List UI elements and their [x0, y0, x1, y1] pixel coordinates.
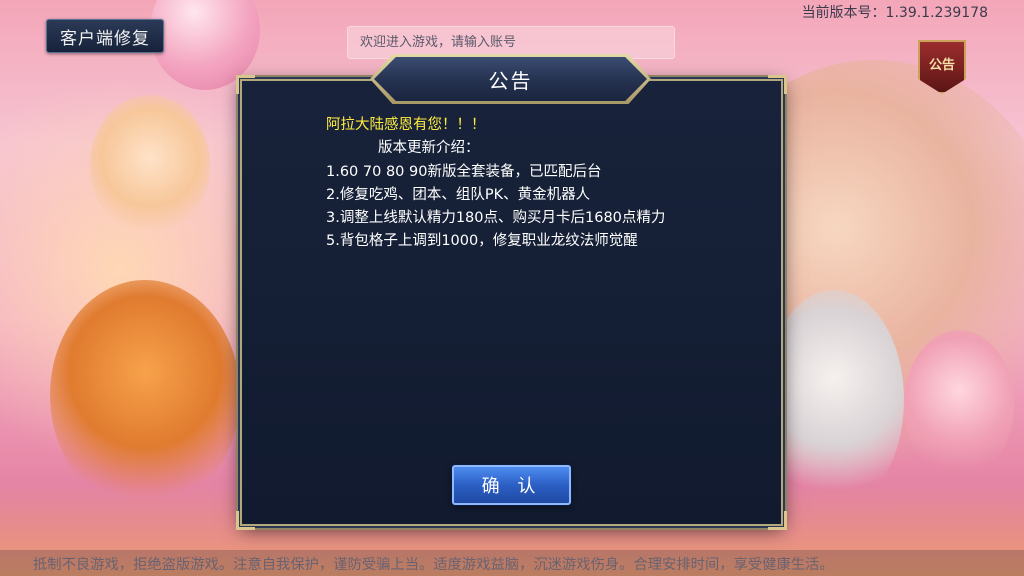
dialog-corner-ornament: [768, 511, 787, 530]
background-character-blonde: [90, 95, 210, 235]
dialog-corner-ornament: [236, 75, 255, 94]
client-repair-button[interactable]: 客户端修复: [46, 19, 164, 53]
health-advisory-text: 抵制不良游戏，拒绝盗版游戏。注意自我保护，谨防受骗上当。适度游戏益脑，沉迷游戏伤…: [33, 556, 834, 573]
dialog-title: 公告: [488, 68, 533, 93]
changelog-item: 3.调整上线默认精力180点、购买月卡后1680点精力: [326, 210, 666, 227]
background-character-white-hair: [764, 290, 904, 510]
changelog-item: 2.修复吃鸡、团本、组队PK、黄金机器人: [326, 186, 591, 203]
announcement-heading: 阿拉大陆感恩有您！！！: [326, 117, 486, 133]
announcement-body: 阿拉大陆感恩有您！！！ 版本更新介绍： 1.60 70 80 90新版全套装备，…: [326, 114, 726, 254]
confirm-button[interactable]: 确 认: [452, 465, 571, 505]
background-character-orange-hair: [50, 280, 240, 510]
dialog-corner-ornament: [236, 511, 255, 530]
changelog-item: 5.背包格子上调到1000，修复职业龙纹法师觉醒: [326, 233, 638, 250]
health-advisory-bar: 抵制不良游戏，拒绝盗版游戏。注意自我保护，谨防受骗上当。适度游戏益脑，沉迷游戏伤…: [0, 550, 1024, 576]
background-character-pink-hair: [904, 330, 1014, 480]
game-login-screen: 客户端修复 当前版本号：1.39.1.239178 公告 公告 阿拉大陆感恩有您…: [0, 0, 1024, 576]
notice-icon-label: 公告: [928, 58, 955, 73]
dialog-corner-ornament: [768, 75, 787, 94]
changelog-title: 版本更新介绍：: [378, 140, 480, 157]
changelog-item: 1.60 70 80 90新版全套装备，已匹配后台: [326, 163, 602, 180]
version-label: 当前版本号：1.39.1.239178: [801, 5, 988, 21]
dialog-title-banner: 公告: [374, 57, 647, 101]
